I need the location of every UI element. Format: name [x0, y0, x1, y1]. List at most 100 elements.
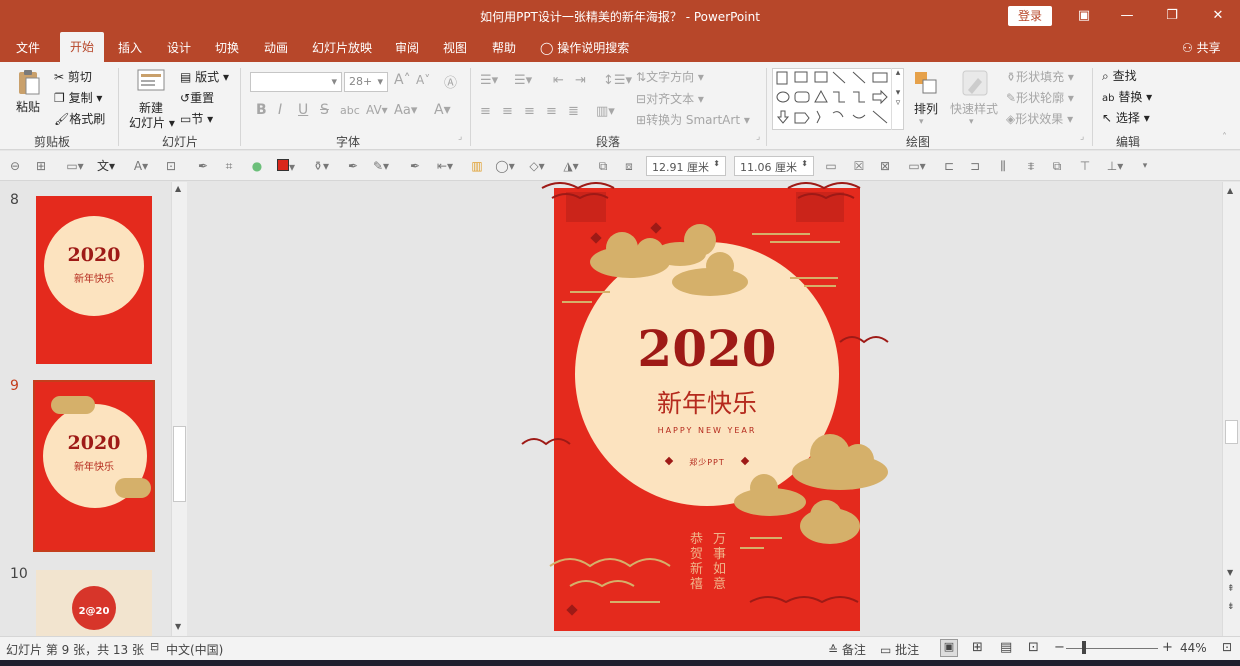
reading-view-icon[interactable]: ▤: [1000, 640, 1012, 655]
paste-button[interactable]: 粘贴: [16, 98, 40, 115]
merge-icon[interactable]: ⧉: [596, 159, 610, 173]
dialog-launcher-icon[interactable]: ⌟: [458, 132, 462, 142]
columns-icon[interactable]: ▥▾: [596, 104, 615, 119]
zoom-in-icon[interactable]: +: [1162, 640, 1173, 655]
select-button[interactable]: ↖ 选择 ▾: [1102, 109, 1150, 126]
eyedropper-icon[interactable]: ✒: [346, 159, 360, 173]
vertical-text-icon[interactable]: 文▾: [94, 159, 118, 173]
scroll-thumb[interactable]: [1225, 420, 1238, 444]
tab-home[interactable]: 开始: [60, 32, 105, 62]
italic-button[interactable]: I: [278, 102, 282, 118]
text-direction-button[interactable]: ⇅文字方向 ▾: [636, 68, 704, 85]
format-painter-button[interactable]: 🖌格式刷: [54, 110, 105, 127]
fill-color-icon[interactable]: ▾: [272, 159, 300, 174]
shape-icon[interactable]: ◯▾: [494, 159, 516, 173]
tab-slideshow[interactable]: 幻灯片放映: [312, 39, 372, 56]
slide-thumbnail-9[interactable]: 2020 新年快乐: [33, 380, 155, 552]
thumbnail-scrollbar[interactable]: ▲ ▼: [171, 182, 187, 636]
language-indicator[interactable]: 中文(中国): [166, 641, 223, 658]
slide-canvas[interactable]: 2020 新年快乐 HAPPY NEW YEAR 郑少PPT: [190, 182, 1222, 636]
minimize-icon[interactable]: —: [1117, 6, 1137, 26]
align-right-icon[interactable]: ⊐: [968, 159, 982, 173]
scroll-down-icon[interactable]: ▼: [175, 622, 181, 631]
clear-format-icon[interactable]: Ⓐ: [444, 72, 457, 91]
previous-slide-icon[interactable]: ⇞: [1227, 584, 1235, 594]
close-icon[interactable]: ✕: [1208, 6, 1228, 26]
char-spacing-button[interactable]: AV▾: [366, 103, 388, 117]
shape-effects-button[interactable]: ◈形状效果 ▾: [1006, 110, 1073, 127]
tab-view[interactable]: 视图: [443, 39, 467, 56]
zoom-slider-thumb[interactable]: [1082, 641, 1086, 654]
close-box-icon[interactable]: ☒: [852, 159, 866, 173]
zoom-level[interactable]: 44%: [1180, 641, 1207, 655]
quick-styles-button[interactable]: 快速样式: [950, 100, 998, 117]
chart-icon[interactable]: ▥: [470, 159, 484, 173]
login-button[interactable]: 登录: [1008, 6, 1052, 26]
shape-width-input[interactable]: 12.91 厘米 ⬍: [646, 156, 726, 176]
pen-icon[interactable]: ✎▾: [370, 159, 392, 173]
poster-year[interactable]: 2020: [637, 319, 776, 378]
dialog-launcher-icon[interactable]: ⌟: [1080, 132, 1084, 142]
shapes-gallery[interactable]: [772, 68, 904, 130]
bring-forward-icon[interactable]: ⧉: [1050, 159, 1064, 173]
select-pane-icon[interactable]: ⊠: [878, 159, 892, 173]
new-slide-button[interactable]: 幻灯片 ▾: [129, 114, 175, 131]
align-right-icon[interactable]: ≡: [524, 104, 535, 119]
zoom-out-icon[interactable]: −: [1054, 640, 1065, 655]
slide-scrollbar[interactable]: ▲ ▼ ⇞ ⇟: [1222, 182, 1240, 636]
blessing-col1[interactable]: 恭贺新禧: [690, 532, 704, 592]
eyedropper-icon[interactable]: ✒: [408, 159, 422, 173]
customize-toolbar-icon[interactable]: ▾: [1138, 159, 1152, 173]
increase-indent-icon[interactable]: ⇥: [575, 73, 586, 88]
arrange-icon[interactable]: [913, 70, 939, 99]
paste-icon[interactable]: [14, 68, 44, 95]
circle-shape-icon[interactable]: ●: [250, 159, 264, 173]
share-button[interactable]: ⚇ 共享: [1182, 39, 1221, 56]
shrink-font-icon[interactable]: A˅: [416, 73, 430, 87]
shape-outline-button[interactable]: ✎形状轮廓 ▾: [1006, 89, 1074, 106]
tell-me-search[interactable]: ◯ 操作说明搜索: [540, 39, 629, 56]
new-slide-icon[interactable]: [136, 68, 166, 95]
poster-subtitle[interactable]: HAPPY NEW YEAR: [658, 426, 757, 435]
send-backward-icon[interactable]: ⊤: [1078, 159, 1092, 173]
bullets-icon[interactable]: ☰▾: [480, 73, 498, 88]
align-icon[interactable]: ⇤▾: [432, 159, 458, 173]
line-spacing-icon[interactable]: ↕☰▾: [603, 73, 632, 88]
zoom-slider[interactable]: [1066, 648, 1158, 649]
decrease-indent-icon[interactable]: ⇤: [553, 73, 564, 88]
collapse-ribbon-icon[interactable]: ˄: [1222, 132, 1227, 143]
distribute-icon[interactable]: ≣: [568, 104, 579, 119]
dialog-launcher-icon[interactable]: ⌟: [756, 132, 760, 142]
gallery-scroll[interactable]: ▴ ▾ ▿: [891, 68, 904, 130]
scroll-down-icon[interactable]: ▼: [1227, 568, 1233, 577]
normal-view-icon[interactable]: ▣: [940, 639, 958, 657]
layout-button[interactable]: ▤ 版式 ▾: [180, 68, 229, 85]
tab-insert[interactable]: 插入: [118, 39, 142, 56]
quick-styles-icon[interactable]: [960, 68, 990, 101]
tab-file[interactable]: 文件: [16, 39, 40, 56]
shadow-button[interactable]: abc: [340, 104, 360, 117]
font-color-button[interactable]: A▾: [434, 102, 451, 118]
shape-fill-button[interactable]: ⚱形状填充 ▾: [1006, 68, 1074, 85]
poster-greeting[interactable]: 新年快乐: [657, 389, 757, 418]
slide-thumbnail-10[interactable]: 2@20: [36, 570, 152, 636]
shape-style-icon[interactable]: ◮▾: [560, 159, 582, 173]
poster-signature[interactable]: 郑少PPT: [689, 457, 725, 467]
shape-height-input[interactable]: 11.06 厘米 ⬍: [734, 156, 814, 176]
blessing-col2[interactable]: 万事如意: [713, 532, 727, 592]
copy-button[interactable]: ❐ 复制 ▾: [54, 89, 102, 106]
fit-to-window-icon[interactable]: ⊡: [1222, 640, 1232, 654]
align-center-icon[interactable]: ≡: [502, 104, 513, 119]
section-button[interactable]: ▭节 ▾: [180, 110, 213, 127]
group-shapes-icon[interactable]: ⧈: [622, 159, 636, 173]
slideshow-icon[interactable]: ⊡: [1028, 640, 1039, 655]
scroll-up-icon[interactable]: ▲: [175, 184, 181, 193]
comments-button[interactable]: ▭ 批注: [880, 641, 919, 658]
next-slide-icon[interactable]: ⇟: [1227, 602, 1235, 612]
spellcheck-icon[interactable]: ⊟: [150, 640, 159, 653]
tab-review[interactable]: 审阅: [395, 39, 419, 56]
lock-icon[interactable]: ⊖: [8, 159, 22, 173]
image-icon[interactable]: ⊡: [164, 159, 178, 173]
justify-icon[interactable]: ≡: [546, 104, 557, 119]
distribute-h-icon[interactable]: ⫼: [996, 159, 1010, 173]
